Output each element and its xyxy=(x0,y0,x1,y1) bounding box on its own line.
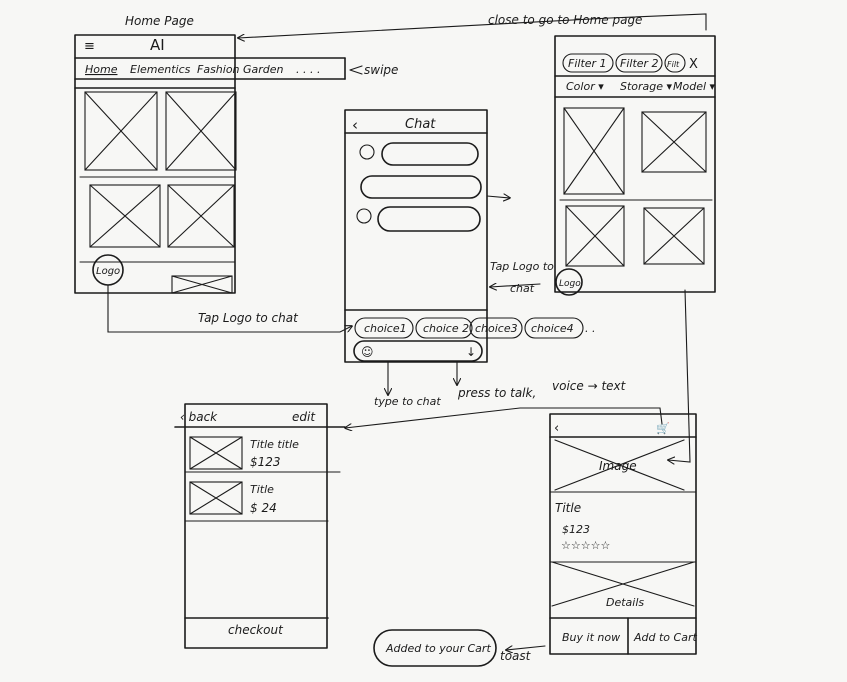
bot-avatar xyxy=(356,208,372,224)
tab-fashion[interactable]: Fashion xyxy=(197,63,240,76)
home-product-tile[interactable] xyxy=(89,184,161,248)
type-to-chat-note: type to chat xyxy=(374,395,441,408)
home-page-screen: Home Page ≡ AI Home Elementics Fashion G… xyxy=(74,14,346,294)
home-product-tile[interactable] xyxy=(165,91,237,171)
product-price: $123 xyxy=(562,523,590,536)
chat-title: Chat xyxy=(405,117,436,132)
cart-item-title: Title xyxy=(250,483,274,496)
product-rating: ☆☆☆☆☆ xyxy=(561,539,610,552)
filter-chip[interactable]: Filt xyxy=(664,53,686,73)
home-product-tile[interactable] xyxy=(171,275,233,294)
close-to-home-note: close to go to Home page xyxy=(488,13,642,27)
choice-chip[interactable]: choice1 xyxy=(354,317,414,339)
svg-text:choice 2: choice 2 xyxy=(423,322,469,335)
filter-chip[interactable]: Filter 2 xyxy=(615,53,663,73)
cart-item-price: $123 xyxy=(250,455,281,469)
tap-logo-note-right-2: chat xyxy=(510,282,535,295)
microphone-icon[interactable]: ↓ xyxy=(466,345,476,359)
menu-icon[interactable]: ≡ xyxy=(84,39,95,54)
bot-message xyxy=(356,206,481,232)
tab-home[interactable]: Home xyxy=(85,63,118,76)
svg-text:Filter 1: Filter 1 xyxy=(568,57,607,70)
filter-listing-screen: Filter 1 Filter 2 Filt X Color ▾ Storage… xyxy=(554,35,716,296)
color-dropdown[interactable]: Color ▾ xyxy=(566,80,604,93)
svg-text:choice3: choice3 xyxy=(475,322,518,335)
bot-message-bubble xyxy=(381,142,479,166)
toast-text: Added to your Cart xyxy=(385,642,491,655)
listing-product-tile[interactable] xyxy=(643,207,705,265)
product-back-icon[interactable]: ‹ xyxy=(554,421,559,436)
swipe-arrow xyxy=(349,65,363,75)
bot-avatar xyxy=(359,144,375,160)
home-product-tile[interactable] xyxy=(167,184,235,248)
cart-item-price: $ 24 xyxy=(250,501,277,515)
svg-text:choice4: choice4 xyxy=(531,322,574,335)
toast-note: toast xyxy=(500,649,532,663)
tap-logo-note-bottom: Tap Logo to chat xyxy=(198,311,299,325)
svg-text:Filt: Filt xyxy=(667,60,680,69)
close-icon[interactable]: X xyxy=(689,57,698,72)
home-product-tile[interactable] xyxy=(84,91,158,171)
cart-item-title: Title title xyxy=(250,438,299,451)
buy-now-button[interactable]: Buy it now xyxy=(562,631,620,644)
choice-chip[interactable]: choice3 xyxy=(469,317,523,339)
tab-more[interactable]: . . . . xyxy=(296,63,320,76)
home-page-note: Home Page xyxy=(125,14,194,28)
cart-edit-button[interactable]: edit xyxy=(292,410,316,424)
choice-more: . . xyxy=(585,322,596,335)
cart-screen: ‹ back edit Title title $123 Title $ 24 … xyxy=(174,403,346,649)
emoji-icon[interactable]: ☺ xyxy=(361,345,374,359)
wireframe-sketch-canvas: Home Page ≡ AI Home Elementics Fashion G… xyxy=(74,13,716,667)
voice-to-text-note: voice → text xyxy=(552,379,627,393)
tap-logo-note-right-1: Tap Logo to xyxy=(490,260,554,273)
filter-frame xyxy=(554,35,716,293)
cart-icon[interactable]: 🛒 xyxy=(656,422,670,435)
storage-dropdown[interactable]: Storage ▾ xyxy=(620,80,673,93)
product-image: Image xyxy=(554,439,685,491)
tab-garden[interactable]: Garden xyxy=(243,63,284,76)
filter-chip[interactable]: Filter 1 xyxy=(562,53,614,73)
chat-back-icon[interactable]: ‹ xyxy=(352,116,358,134)
cart-back-button[interactable]: ‹ back xyxy=(180,410,218,424)
swipe-note: swipe xyxy=(364,63,398,77)
model-dropdown[interactable]: Model ▾ xyxy=(673,80,716,93)
cart-item[interactable]: Title $ 24 xyxy=(189,481,277,515)
product-detail-screen: ‹ 🛒 Image Title $123 ☆☆☆☆☆ Details Buy i… xyxy=(549,413,697,655)
filter-logo-button[interactable]: Logo xyxy=(555,268,583,296)
user-message-bubble xyxy=(360,175,482,199)
add-to-cart-button[interactable]: Add to Cart xyxy=(633,631,697,644)
listing-product-tile[interactable] xyxy=(565,205,625,267)
svg-text:Filter 2: Filter 2 xyxy=(620,57,659,70)
product-details: Details xyxy=(606,596,644,609)
checkout-button[interactable]: checkout xyxy=(228,623,284,637)
bot-message xyxy=(359,142,479,166)
home-logo-button[interactable]: Logo xyxy=(92,254,124,286)
cart-icon-to-cart-arrow xyxy=(345,407,663,428)
press-to-talk-note: press to talk, xyxy=(457,386,536,400)
product-image-label: Image xyxy=(599,459,637,473)
listing-product-tile[interactable] xyxy=(641,111,707,173)
home-logo-label: Logo xyxy=(96,266,120,277)
listing-product-tile[interactable] xyxy=(563,107,625,195)
product-title: Title xyxy=(555,501,581,515)
home-title: AI xyxy=(150,36,165,54)
chat-to-filter-arrow xyxy=(486,196,510,198)
choice-chip[interactable]: choice4 xyxy=(524,317,584,339)
bot-message-bubble xyxy=(377,206,481,232)
filter-logo-label: Logo xyxy=(559,279,581,289)
toast-message: Added to your Cart xyxy=(373,629,497,667)
tab-elementics[interactable]: Elementics xyxy=(130,63,191,76)
chat-screen: ‹ Chat choice1 choice 2 choice3 choice4 xyxy=(344,109,596,363)
choice-chip[interactable]: choice 2 xyxy=(415,317,473,339)
svg-text:choice1: choice1 xyxy=(364,322,407,335)
chat-input-bar[interactable]: ☺ ↓ xyxy=(353,340,483,362)
cart-item[interactable]: Title title $123 xyxy=(189,436,299,470)
